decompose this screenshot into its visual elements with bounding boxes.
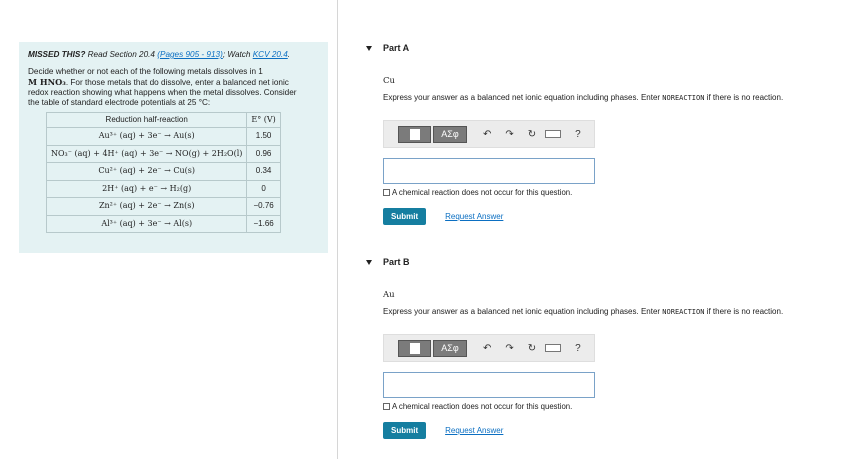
table-row: 2H⁺ (aq) + e⁻ → H₂(g) 0 <box>45 179 281 198</box>
no-reaction-label: A chemical reaction does not occur for t… <box>392 402 573 411</box>
table-row: Al³⁺ (aq) + 3e⁻ → Al(s) −1.66 <box>45 214 281 233</box>
potential-value: 0 <box>246 179 281 198</box>
half-reaction: Zn²⁺ (aq) + 2e⁻ → Zn(s) <box>45 197 248 216</box>
submit-button[interactable]: Submit <box>383 208 427 225</box>
templates-button[interactable] <box>398 339 431 357</box>
collapse-caret-icon[interactable] <box>366 259 372 265</box>
request-answer-link[interactable]: Request Answer <box>445 426 503 435</box>
read-section: Read Section 20.4 <box>87 50 155 59</box>
keyboard-icon[interactable] <box>545 344 562 352</box>
part-b-header[interactable]: Part B <box>366 257 856 267</box>
table-header-reaction: Reduction half-reaction <box>45 112 248 128</box>
redo-icon[interactable]: ↷ <box>505 343 513 354</box>
instruction-text: Express your answer as a balanced net io… <box>383 307 856 316</box>
instruction-pre: Express your answer as a balanced net io… <box>383 307 661 316</box>
equation-toolbar: ΑΣφ ↶ ↷ ↻ ? <box>383 334 595 362</box>
problem-line-4: the table of standard electrode potentia… <box>28 98 211 107</box>
undo-icon[interactable]: ↶ <box>483 129 491 140</box>
no-reaction-label: A chemical reaction does not occur for t… <box>392 188 573 197</box>
answer-input[interactable] <box>383 372 595 398</box>
table-row: NO₃⁻ (aq) + 4H⁺ (aq) + 3e⁻ → NO(g) + 2H₂… <box>45 144 281 163</box>
half-reaction: Al³⁺ (aq) + 3e⁻ → Al(s) <box>45 214 248 233</box>
answer-actions: Submit Request Answer <box>383 208 856 225</box>
potential-value: 0.34 <box>246 162 281 181</box>
instruction-pre: Express your answer as a balanced net io… <box>383 93 661 102</box>
instruction-code: NOREACTION <box>662 94 705 102</box>
template-icon <box>409 128 420 140</box>
problem-line-1: Decide whether or not each of the follow… <box>28 67 263 76</box>
table-row: Cu²⁺ (aq) + 2e⁻ → Cu(s) 0.34 <box>45 162 281 181</box>
template-icon <box>409 342 420 354</box>
reset-icon[interactable]: ↻ <box>528 343 536 354</box>
missed-label: MISSED THIS? <box>28 50 86 59</box>
potential-value: 1.50 <box>246 127 281 146</box>
panel-divider <box>337 0 338 459</box>
problem-line-2: . For those metals that do dissolve, ent… <box>65 78 289 87</box>
instruction-post: if there is no reaction. <box>706 93 784 102</box>
table-row: Au³⁺ (aq) + 3e⁻ → Au(s) 1.50 <box>45 127 281 146</box>
kcv-link[interactable]: KCV 20.4 <box>253 50 288 59</box>
answer-actions: Submit Request Answer <box>383 422 856 439</box>
potential-value: −1.66 <box>246 214 281 233</box>
keyboard-icon[interactable] <box>545 130 562 138</box>
missed-end: . <box>287 50 291 59</box>
pages-link[interactable]: (Pages 905 - 913) <box>157 50 223 59</box>
no-reaction-option[interactable]: A chemical reaction does not occur for t… <box>383 402 856 411</box>
part-b: Part B Au Express your answer as a balan… <box>366 257 856 439</box>
instruction-text: Express your answer as a balanced net io… <box>383 93 856 102</box>
no-reaction-checkbox[interactable] <box>383 189 390 196</box>
potential-value: −0.76 <box>246 197 281 216</box>
equation-toolbar: ΑΣφ ↶ ↷ ↻ ? <box>383 120 595 148</box>
missed-separator: ; Watch <box>222 50 251 59</box>
part-title: Part A <box>383 43 410 53</box>
instruction-code: NOREACTION <box>662 308 705 316</box>
table-row: Zn²⁺ (aq) + 2e⁻ → Zn(s) −0.76 <box>45 197 281 216</box>
missed-this-line: MISSED THIS? Read Section 20.4 (Pages 90… <box>28 50 319 60</box>
potential-value: 0.96 <box>246 144 281 163</box>
no-reaction-checkbox[interactable] <box>383 403 390 410</box>
instruction-post: if there is no reaction. <box>706 307 784 316</box>
collapse-caret-icon[interactable] <box>366 45 372 51</box>
request-answer-link[interactable]: Request Answer <box>445 212 503 221</box>
submit-button[interactable]: Submit <box>383 422 427 439</box>
table-header-potential: E° (V) <box>246 112 281 128</box>
help-icon[interactable]: ? <box>575 343 581 354</box>
problem-concentration: M HNO₃ <box>28 77 66 87</box>
reset-icon[interactable]: ↻ <box>528 129 536 140</box>
electrode-potential-table: Reduction half-reaction E° (V) Au³⁺ (aq)… <box>45 112 281 233</box>
part-a: Part A Cu Express your answer as a balan… <box>366 43 856 225</box>
metal-label: Au <box>383 290 395 300</box>
problem-text: Decide whether or not each of the follow… <box>28 67 319 108</box>
problem-line-3: redox reaction showing what happens when… <box>28 88 297 97</box>
templates-button[interactable] <box>398 125 431 143</box>
problem-panel: MISSED THIS? Read Section 20.4 (Pages 90… <box>19 42 328 253</box>
redo-icon[interactable]: ↷ <box>505 129 513 140</box>
half-reaction: NO₃⁻ (aq) + 4H⁺ (aq) + 3e⁻ → NO(g) + 2H₂… <box>45 144 248 163</box>
metal-label: Cu <box>383 76 395 86</box>
answer-input[interactable] <box>383 158 595 184</box>
undo-icon[interactable]: ↶ <box>483 343 491 354</box>
help-icon[interactable]: ? <box>575 129 581 140</box>
half-reaction: Cu²⁺ (aq) + 2e⁻ → Cu(s) <box>45 162 248 181</box>
greek-symbols-button[interactable]: ΑΣφ <box>433 125 467 143</box>
part-title: Part B <box>383 257 410 267</box>
part-a-header[interactable]: Part A <box>366 43 856 53</box>
no-reaction-option[interactable]: A chemical reaction does not occur for t… <box>383 188 856 197</box>
greek-symbols-button[interactable]: ΑΣφ <box>433 339 467 357</box>
half-reaction: 2H⁺ (aq) + e⁻ → H₂(g) <box>45 179 248 198</box>
half-reaction: Au³⁺ (aq) + 3e⁻ → Au(s) <box>45 127 248 146</box>
